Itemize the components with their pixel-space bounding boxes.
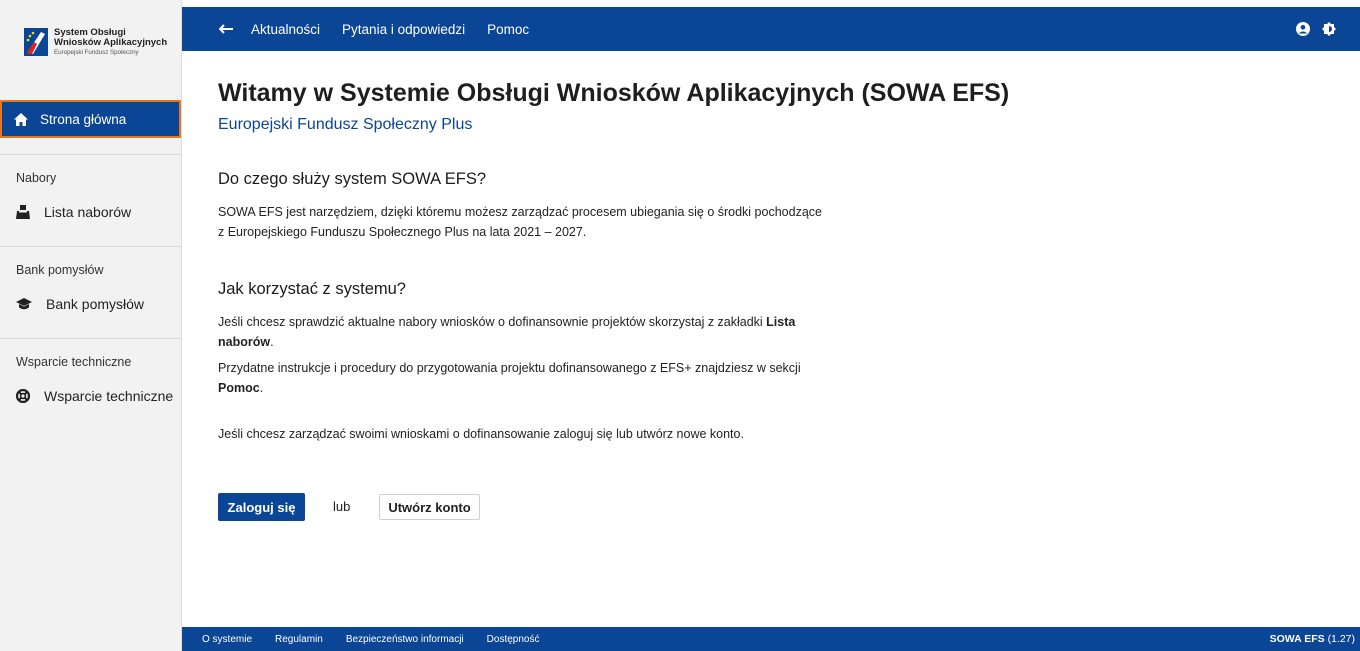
usage-text-2-end: . — [259, 380, 264, 395]
nav-pytania-i-odpowiedzi[interactable]: Pytania i odpowiedzi — [342, 22, 465, 37]
version-number: (1.27) — [1327, 633, 1355, 645]
sidebar-item-label: Wsparcie techniczne — [44, 388, 174, 404]
top-navigation-bar: Aktualności Pytania i odpowiedzi Pomoc — [182, 7, 1360, 51]
section-title-purpose: Do czego służy system SOWA EFS? — [218, 169, 487, 188]
sidebar-item-home-label: Strona główna — [40, 111, 127, 127]
graduation-cap-icon — [16, 298, 32, 310]
sidebar-item-wsparcie-techniczne[interactable]: Wsparcie techniczne — [0, 381, 181, 411]
usage-paragraph-3: Jeśli chcesz zarządzać swoimi wnioskami … — [218, 426, 744, 441]
logo-line-3: Europejski Fundusz Społeczny — [54, 48, 139, 56]
page-subtitle: Europejski Fundusz Społeczny Plus — [218, 115, 473, 133]
section-title-usage: Jak korzystać z systemu? — [218, 279, 406, 298]
footer-link-o-systemie[interactable]: O systemie — [202, 634, 252, 645]
sidebar: System Obsługi Wniosków Aplikacyjnych Eu… — [0, 0, 182, 651]
app-name: SOWA EFS — [1269, 633, 1325, 645]
app-version: SOWA EFS (1.27) — [1270, 633, 1355, 645]
section-text-purpose: SOWA EFS jest narzędziem, dzięki któremu… — [218, 202, 1118, 242]
footer-link-regulamin[interactable]: Regulamin — [275, 634, 323, 645]
ballot-box-icon — [16, 205, 30, 219]
usage-paragraph-2: Przydatne instrukcje i procedury do przy… — [218, 358, 1118, 398]
sidebar-section-bank-pomyslow: Bank pomysłów — [16, 263, 104, 277]
nav-aktualnosci[interactable]: Aktualności — [251, 22, 320, 37]
naborow-link-text: naborów — [218, 334, 271, 349]
usage-paragraph-1: Jeśli chcesz sprawdzić aktualne nabory w… — [218, 312, 1118, 352]
sidebar-section-nabory: Nabory — [16, 171, 57, 185]
eu-funds-logo-icon — [24, 28, 48, 56]
sidebar-item-home[interactable]: Strona główna — [0, 100, 181, 138]
sidebar-item-label: Bank pomysłów — [46, 296, 145, 312]
logo-line-2: Wniosków Aplikacyjnych — [54, 36, 168, 48]
page-title: Witamy w Systemie Obsługi Wniosków Aplik… — [218, 79, 1010, 107]
pomoc-link-text: Pomoc — [218, 380, 260, 395]
purpose-line-1: SOWA EFS jest narzędziem, dzięki któremu… — [218, 204, 822, 219]
purpose-line-2: z Europejskiego Funduszu Społecznego Plu… — [218, 224, 587, 239]
sidebar-section-wsparcie: Wsparcie techniczne — [16, 355, 132, 369]
life-ring-icon — [16, 389, 30, 403]
usage-text-1-end: . — [270, 334, 274, 349]
back-arrow-icon[interactable] — [219, 24, 233, 34]
nav-pomoc[interactable]: Pomoc — [487, 22, 529, 37]
or-text: lub — [333, 499, 351, 514]
footer-link-dostepnosc[interactable]: Dostępność — [487, 634, 540, 645]
lista-link-text: Lista — [766, 314, 796, 329]
user-icon[interactable] — [1296, 22, 1310, 36]
footer: O systemie Regulamin Bezpieczeństwo info… — [182, 627, 1360, 651]
home-icon — [14, 112, 28, 126]
sidebar-item-label: Lista naborów — [44, 204, 132, 220]
logo[interactable]: System Obsługi Wniosków Aplikacyjnych Eu… — [0, 0, 181, 98]
login-button[interactable]: Zaloguj się — [218, 493, 305, 521]
create-account-button[interactable]: Utwórz konto — [379, 494, 480, 520]
usage-text-2: Przydatne instrukcje i procedury do przy… — [218, 360, 801, 375]
contrast-icon[interactable] — [1322, 22, 1336, 36]
sidebar-item-bank-pomyslow[interactable]: Bank pomysłów — [0, 289, 181, 319]
sidebar-item-lista-naborow[interactable]: Lista naborów — [0, 197, 181, 227]
usage-text-1: Jeśli chcesz sprawdzić aktualne nabory w… — [218, 314, 767, 329]
main-content: Witamy w Systemie Obsługi Wniosków Aplik… — [218, 79, 1118, 444]
footer-link-bezpieczenstwo[interactable]: Bezpieczeństwo informacji — [346, 634, 464, 645]
